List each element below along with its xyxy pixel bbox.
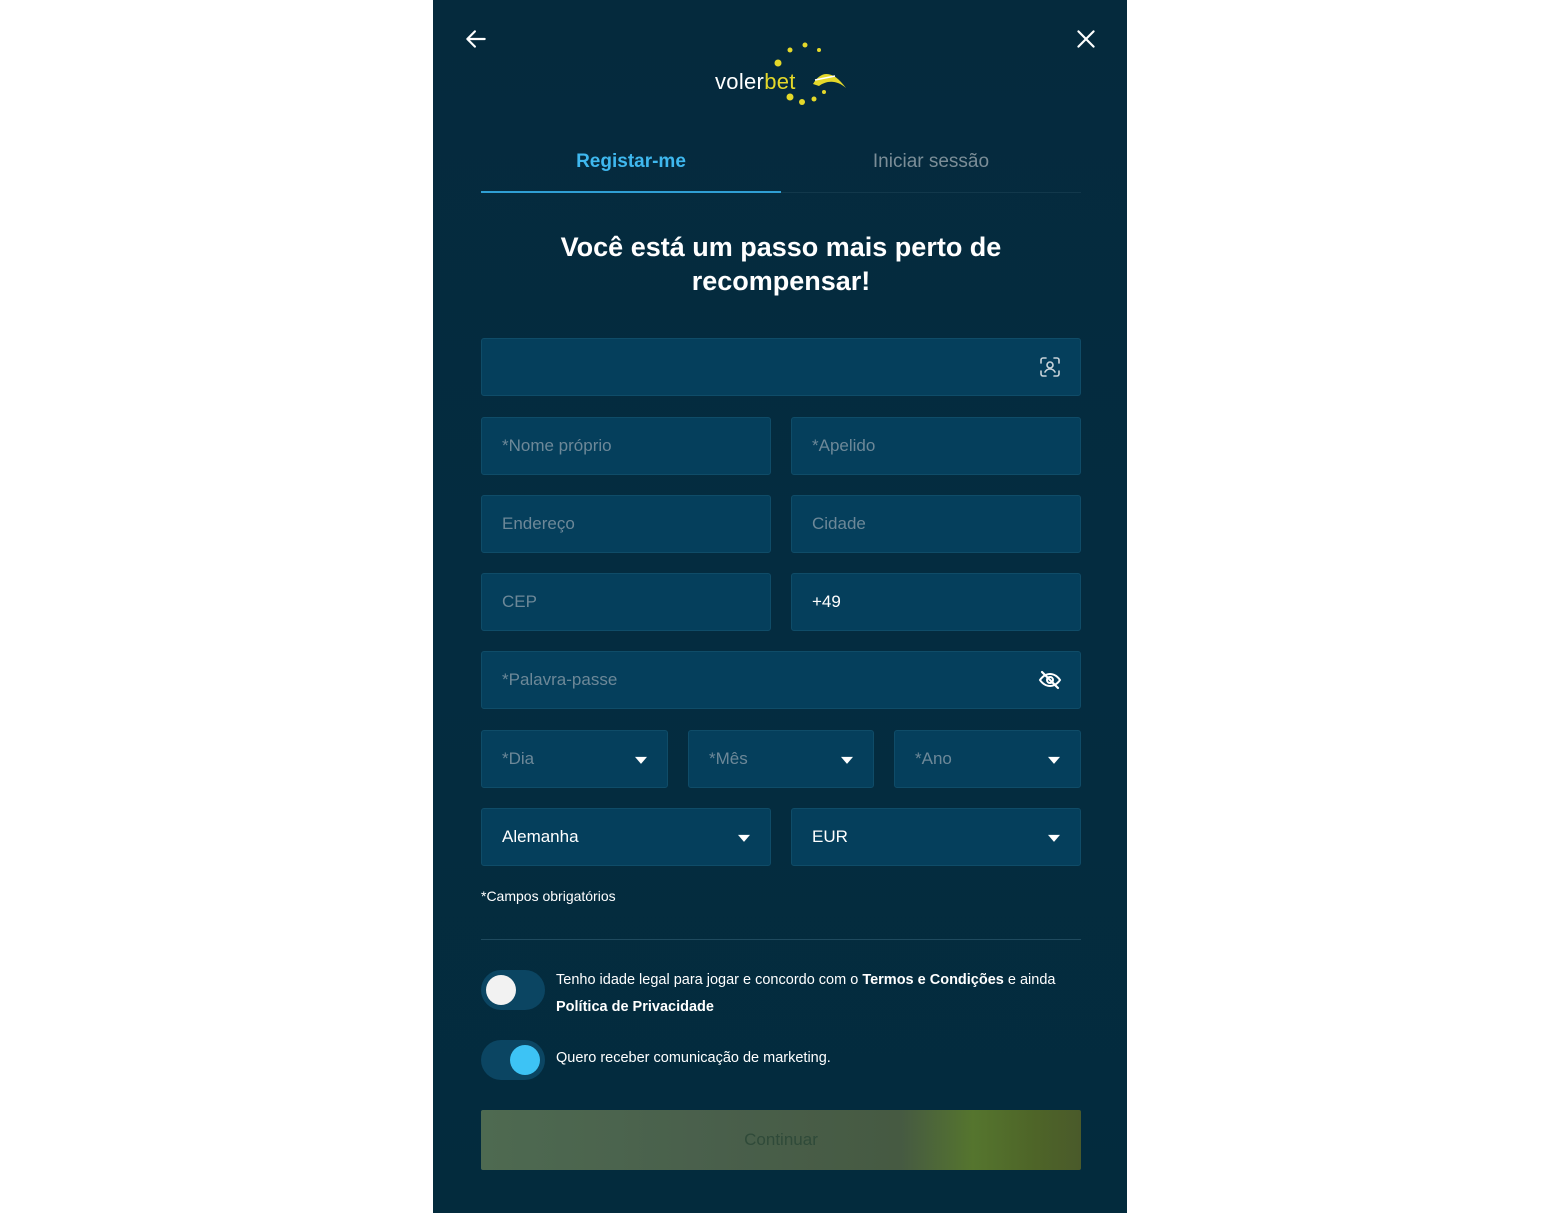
face-scan-icon[interactable] [1038, 355, 1062, 379]
tab-register[interactable]: Registar-me [481, 140, 781, 193]
tab-login[interactable]: Iniciar sessão [781, 140, 1081, 192]
last-name-field[interactable]: *Apelido [791, 417, 1081, 475]
chevron-down-icon [1048, 756, 1060, 764]
page-title: Você está um passo mais perto de recompe… [481, 230, 1081, 298]
marketing-consent-text: Quero receber comunicação de marketing. [556, 1050, 831, 1066]
phone-field[interactable]: +49 [791, 573, 1081, 631]
back-button[interactable] [463, 26, 489, 52]
eye-off-icon[interactable] [1038, 668, 1062, 692]
headline-line-1: Você está um passo mais perto de [560, 232, 1002, 262]
marketing-toggle[interactable] [481, 1040, 545, 1080]
password-field[interactable]: *Palavra-passe [481, 651, 1081, 709]
volerbet-logo: volerbet [715, 40, 855, 108]
postcode-field[interactable]: CEP [481, 573, 771, 631]
legal-consent-text: Tenho idade legal para jogar e concordo … [556, 967, 1081, 1021]
chevron-down-icon [1048, 834, 1060, 842]
birth-year-select[interactable]: *Ano [894, 730, 1081, 788]
first-name-field[interactable]: *Nome próprio [481, 417, 771, 475]
toggle-knob [486, 975, 516, 1005]
auth-tabs: Registar-me Iniciar sessão [481, 140, 1081, 193]
password-placeholder: *Palavra-passe [502, 670, 618, 689]
close-icon [1077, 30, 1095, 48]
arrow-left-icon [466, 30, 486, 48]
identity-scan-field[interactable] [481, 338, 1081, 396]
chevron-down-icon [635, 756, 647, 764]
city-field[interactable]: Cidade [791, 495, 1081, 553]
legal-text-start: Tenho idade legal para jogar e concordo … [556, 972, 863, 988]
birth-month-select[interactable]: *Mês [688, 730, 874, 788]
address-field[interactable]: Endereço [481, 495, 771, 553]
chevron-down-icon [841, 756, 853, 764]
city-placeholder: Cidade [812, 514, 866, 533]
day-placeholder: *Dia [502, 749, 535, 768]
country-value: Alemanha [502, 827, 579, 846]
year-placeholder: *Ano [915, 749, 952, 768]
country-select[interactable]: Alemanha [481, 808, 771, 866]
postcode-placeholder: CEP [502, 592, 537, 611]
required-fields-note: *Campos obrigatórios [481, 888, 616, 904]
terms-link[interactable]: Termos e Condições [862, 972, 1004, 988]
birth-day-select[interactable]: *Dia [481, 730, 668, 788]
continue-button[interactable]: Continuar [481, 1110, 1081, 1170]
address-placeholder: Endereço [502, 514, 575, 533]
privacy-link[interactable]: Política de Privacidade [556, 999, 714, 1015]
close-button[interactable] [1073, 26, 1099, 52]
currency-select[interactable]: EUR [791, 808, 1081, 866]
toggle-knob [510, 1045, 540, 1075]
legal-age-toggle[interactable] [481, 970, 545, 1010]
chevron-down-icon [738, 834, 750, 842]
month-placeholder: *Mês [709, 749, 748, 768]
legal-text-middle: e ainda [1003, 972, 1056, 988]
headline-line-2: recompensar! [691, 266, 871, 296]
first-name-placeholder: *Nome próprio [502, 436, 612, 455]
phone-value: +49 [812, 592, 841, 611]
last-name-placeholder: *Apelido [812, 436, 876, 455]
currency-value: EUR [812, 827, 848, 846]
registration-modal: volerbet Registar-me Iniciar sessão Você… [433, 0, 1127, 1213]
divider [481, 939, 1081, 940]
